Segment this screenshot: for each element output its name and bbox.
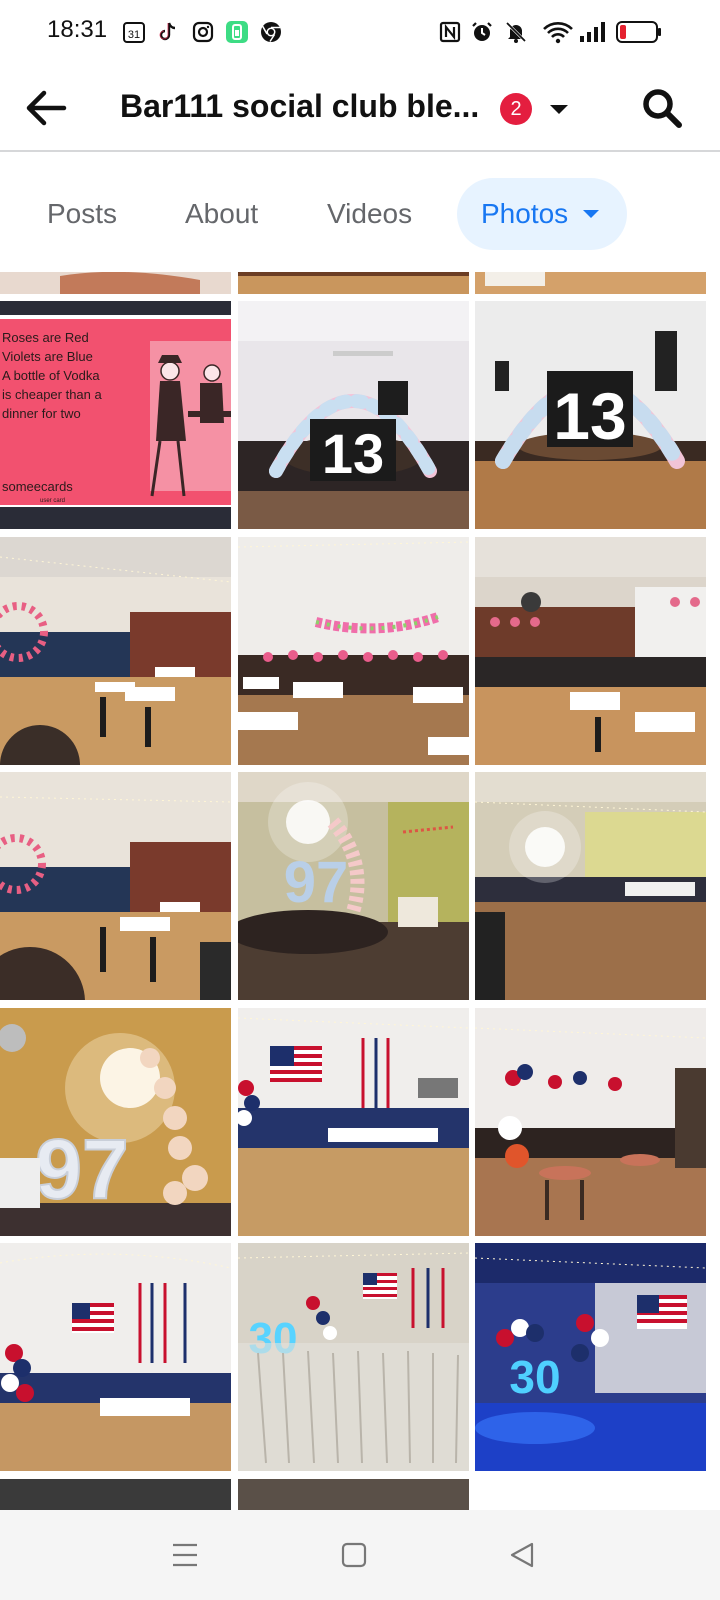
photo-thumbnail[interactable]: 13 xyxy=(475,301,706,529)
photo-number-30: 30 xyxy=(509,1351,560,1403)
photo-thumbnail[interactable] xyxy=(475,537,706,765)
menu-icon xyxy=(173,1543,197,1567)
tab-photos[interactable]: Photos xyxy=(457,178,627,250)
tab-bar: Posts About Videos Photos xyxy=(0,152,720,272)
photo-thumbnail[interactable] xyxy=(0,772,231,1000)
photo-thumbnail[interactable]: 30 xyxy=(475,1243,706,1471)
photo-number-13: 13 xyxy=(322,422,384,485)
tab-posts[interactable]: Posts xyxy=(47,178,117,250)
photo-number-97: 97 xyxy=(284,850,349,915)
chrome-icon xyxy=(259,20,283,44)
photo-thumbnail[interactable]: 30 xyxy=(238,1243,469,1471)
search-icon xyxy=(643,89,682,128)
nfc-icon xyxy=(438,20,462,44)
page-header: Bar111 social club ble... 2 xyxy=(0,66,720,150)
triangle-back-icon xyxy=(510,1542,534,1568)
back-button[interactable] xyxy=(20,82,72,134)
notification-badge: 2 xyxy=(500,93,532,125)
photo-thumbnail[interactable] xyxy=(238,1008,469,1236)
photo-thumbnail[interactable]: 97 xyxy=(238,772,469,1000)
ecard-line-1: Roses are Red xyxy=(2,330,89,345)
ecard-photo[interactable]: Roses are Red Violets are Blue A bottle … xyxy=(0,301,231,529)
photo-thumbnail[interactable] xyxy=(475,772,706,1000)
photo-thumbnail[interactable] xyxy=(238,537,469,765)
signal-icon xyxy=(578,20,608,44)
ecard-brand-sub: user card xyxy=(40,498,65,504)
tab-photos-label: Photos xyxy=(481,198,569,229)
home-icon xyxy=(341,1542,367,1568)
photo-thumbnail[interactable]: 97 xyxy=(0,1008,231,1236)
ecard-line-3: A bottle of Vodka xyxy=(2,368,100,383)
ecard-brand: someecards xyxy=(2,479,73,494)
calendar-icon: 31 xyxy=(122,20,146,44)
photo-thumbnail[interactable] xyxy=(475,1008,706,1236)
battery-icon xyxy=(616,20,662,44)
chevron-down-icon xyxy=(583,210,600,218)
tab-about[interactable]: About xyxy=(185,178,258,250)
wifi-icon xyxy=(542,20,574,44)
photo-grid: Roses are Red Violets are Blue A bottle … xyxy=(0,272,720,1510)
photo-thumbnail[interactable]: 13 xyxy=(238,301,469,529)
status-bar: 18:31 31 xyxy=(0,0,720,66)
photo-thumbnail[interactable] xyxy=(475,272,706,294)
page-title[interactable]: Bar111 social club ble... xyxy=(120,88,479,125)
photo-number-97: 97 xyxy=(35,1122,128,1216)
ecard-line-5: dinner for two xyxy=(2,406,81,421)
tiktok-icon xyxy=(156,20,180,44)
back-nav-button[interactable] xyxy=(497,1530,547,1580)
ecard-line-4: is cheaper than a xyxy=(2,387,103,402)
arrow-left-icon xyxy=(26,90,67,126)
status-time: 18:31 xyxy=(47,16,108,43)
home-button[interactable] xyxy=(329,1530,379,1580)
photo-number-13: 13 xyxy=(553,379,626,453)
instagram-icon xyxy=(191,20,215,44)
photo-thumbnail[interactable] xyxy=(0,272,231,294)
photo-thumbnail[interactable] xyxy=(0,1479,231,1510)
mute-icon xyxy=(504,20,528,44)
search-button[interactable] xyxy=(638,84,686,132)
calendar-day: 31 xyxy=(128,29,140,41)
alarm-icon xyxy=(470,20,494,44)
photo-thumbnail[interactable] xyxy=(238,1479,469,1510)
photo-thumbnail[interactable] xyxy=(0,537,231,765)
photo-thumbnail[interactable] xyxy=(238,272,469,294)
menu-button[interactable] xyxy=(160,1530,210,1580)
tab-videos[interactable]: Videos xyxy=(327,178,412,250)
battery-app-icon xyxy=(225,20,249,44)
photo-thumbnail[interactable] xyxy=(0,1243,231,1471)
ecard-line-2: Violets are Blue xyxy=(2,349,93,364)
chevron-down-icon[interactable] xyxy=(548,98,570,120)
system-nav-bar xyxy=(0,1510,720,1600)
